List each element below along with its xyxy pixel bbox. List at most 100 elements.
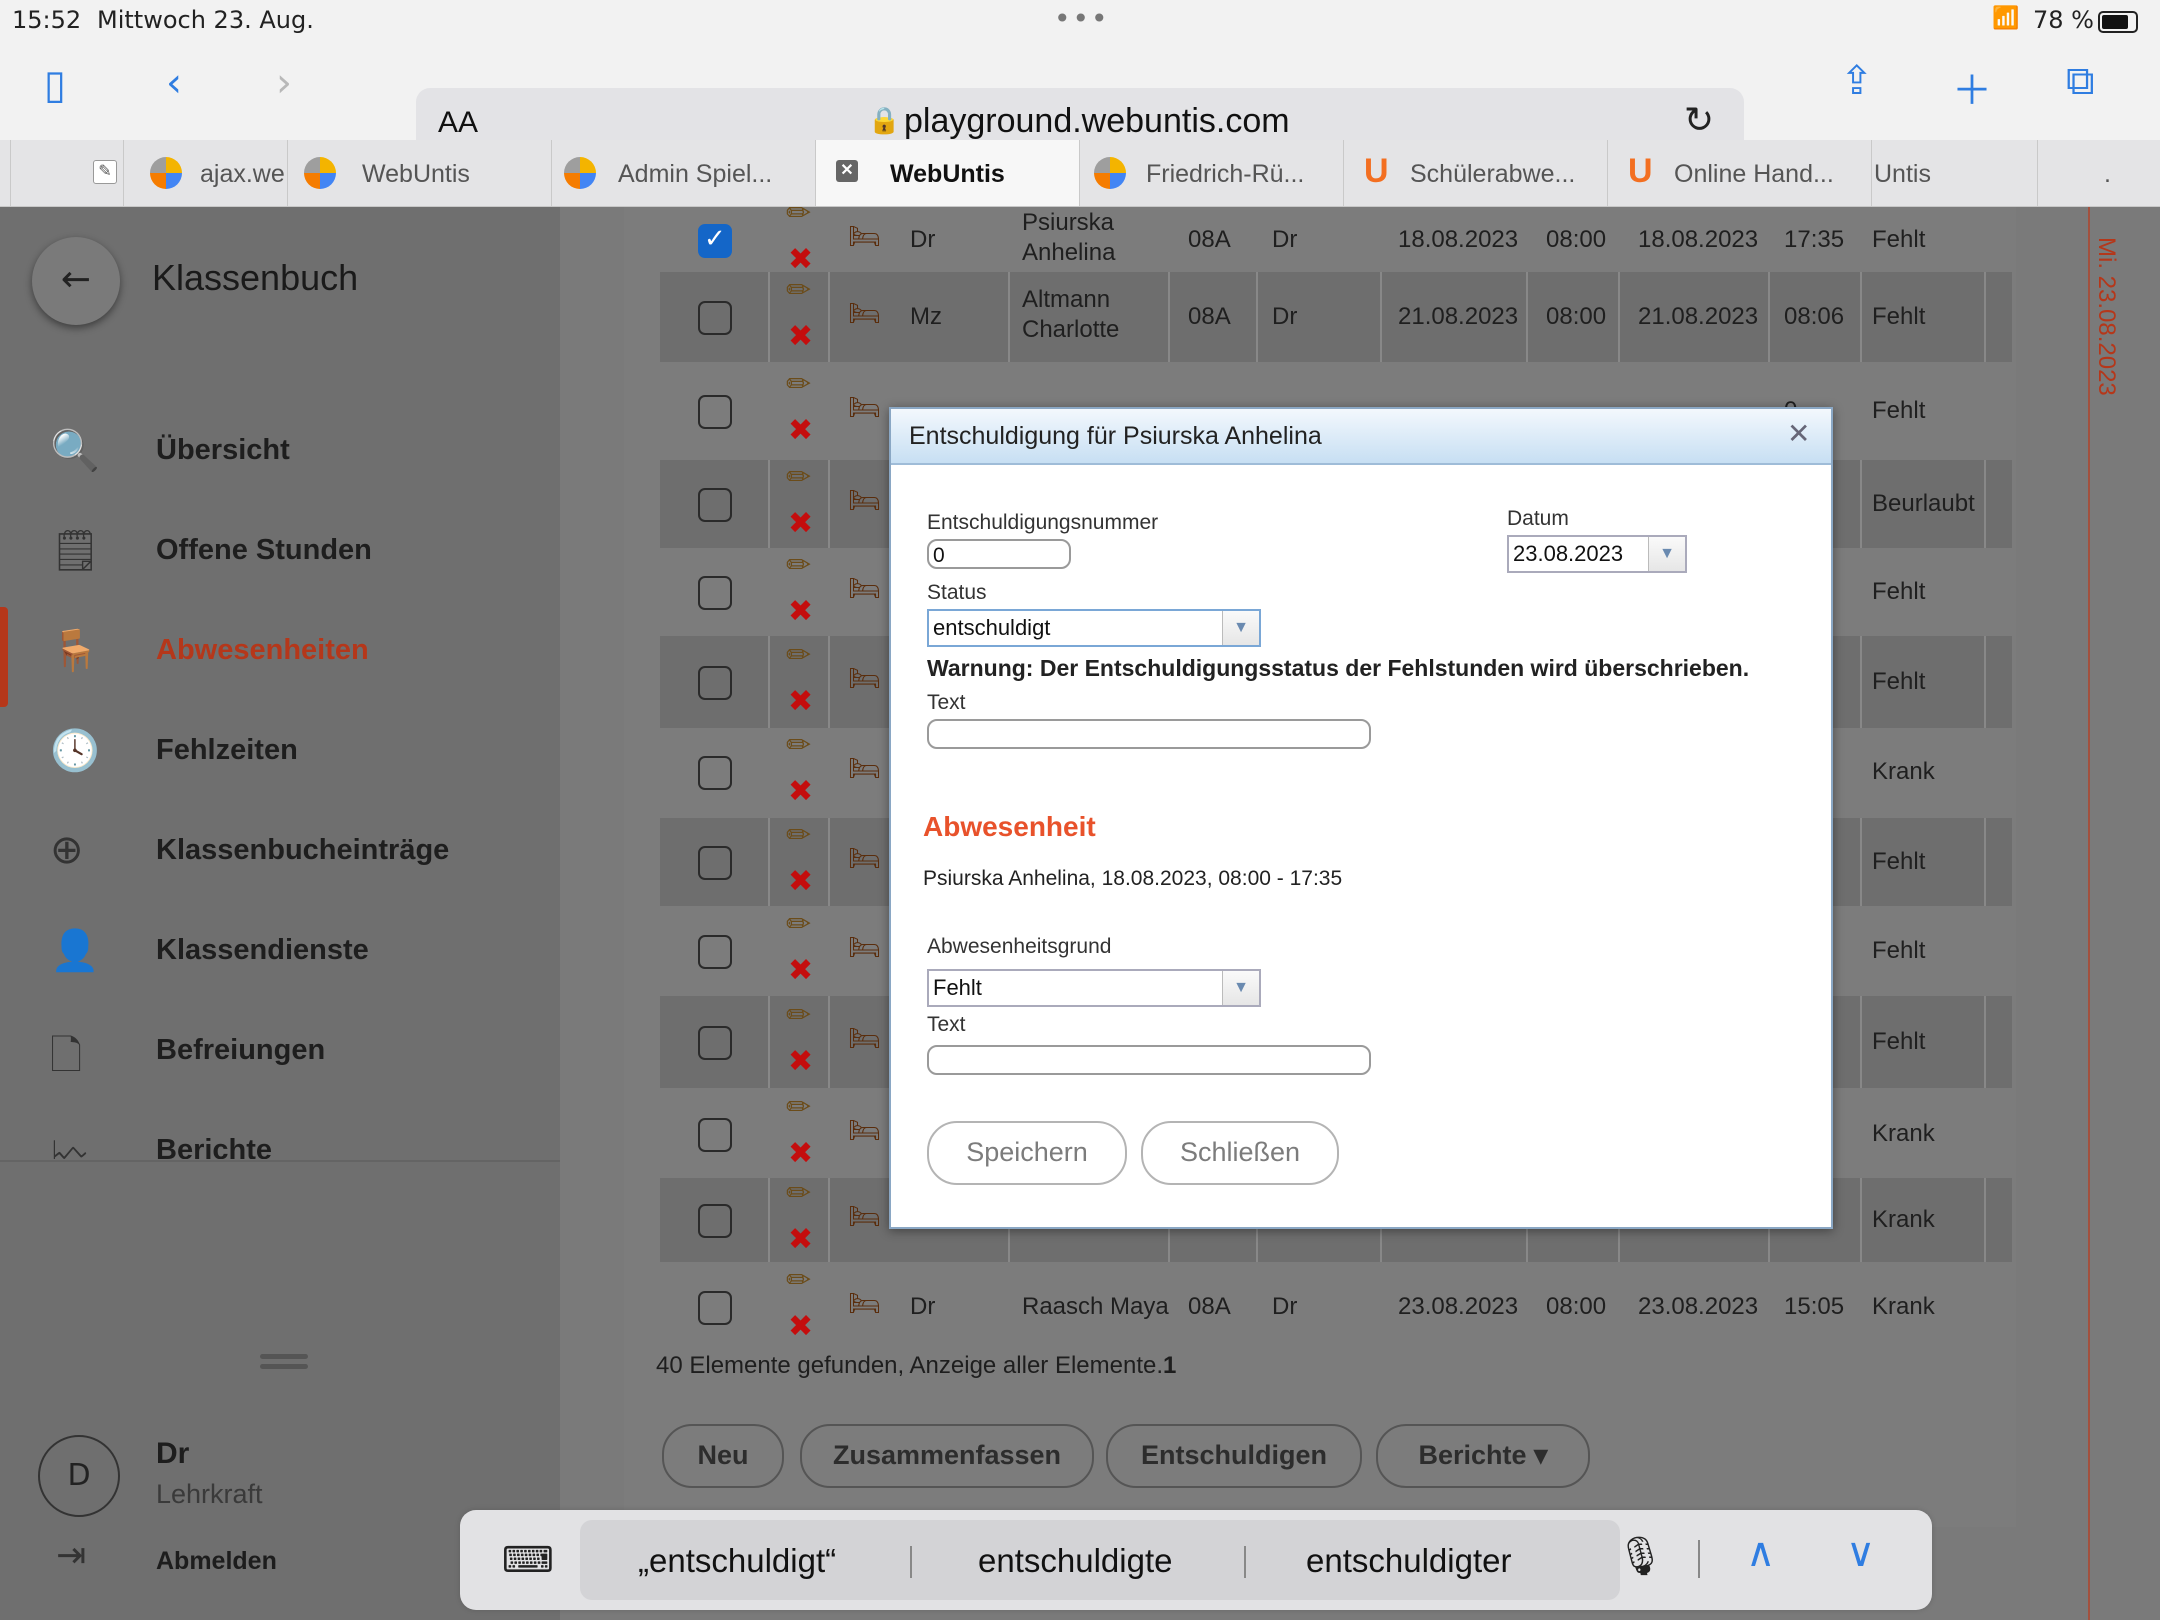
delete-x-icon[interactable]: ✖ <box>788 594 813 629</box>
sidebar-item-klassenbucheintraege[interactable]: ⊕ Klassenbucheinträge <box>0 807 560 897</box>
new-tab-icon[interactable]: ＋ <box>1952 58 1992 116</box>
logout-button[interactable]: Abmelden <box>156 1547 277 1576</box>
row-checkbox[interactable] <box>698 488 732 522</box>
row-checkbox[interactable] <box>698 1026 732 1060</box>
date-picker[interactable]: 23.08.2023 ▼ <box>1507 535 1687 573</box>
row-checkbox[interactable] <box>698 301 732 335</box>
sidebar-item-uebersicht[interactable]: 🔍 Übersicht <box>0 407 560 497</box>
tab-online-hand[interactable]: U Online Hand... <box>1607 140 1871 206</box>
row-checkbox[interactable] <box>698 846 732 880</box>
reason-select[interactable]: Fehlt ▼ <box>927 969 1261 1007</box>
close-button[interactable]: Schließen <box>1141 1121 1339 1185</box>
edit-pencil-icon[interactable]: ✏ <box>786 638 811 673</box>
delete-x-icon[interactable]: ✖ <box>788 1044 813 1079</box>
microphone-icon[interactable]: 🎙 <box>1616 1534 1664 1579</box>
delete-x-icon[interactable]: ✖ <box>788 506 813 541</box>
tabs-overview-icon[interactable]: ⧉ <box>2066 58 2095 104</box>
close-icon[interactable]: ✕ <box>1787 417 1810 450</box>
tab-notes[interactable]: ✎ <box>10 140 123 206</box>
reload-icon[interactable]: ↻ <box>1684 100 1714 141</box>
tab-webuntis-1[interactable]: WebUntis <box>287 140 551 206</box>
edit-pencil-icon[interactable]: ✏ <box>786 728 811 763</box>
back-icon[interactable]: ‹ <box>166 60 182 106</box>
url-text[interactable]: playground.webuntis.com <box>904 102 1290 141</box>
delete-x-icon[interactable]: ✖ <box>788 319 813 354</box>
delete-x-icon[interactable]: ✖ <box>788 953 813 988</box>
text-input[interactable] <box>927 719 1371 749</box>
avatar[interactable]: D <box>38 1435 120 1517</box>
delete-x-icon[interactable]: ✖ <box>788 684 813 719</box>
tab-friedrich[interactable]: Friedrich-Rü... <box>1079 140 1343 206</box>
row-checkbox[interactable] <box>698 756 732 790</box>
tab-webuntis-active[interactable]: ✕ WebUntis <box>815 140 1079 206</box>
table-row[interactable]: ✏ ✖ 🛏 Raasch Maya Dr 08A Dr 23.08.2023 08:00 23.0… <box>660 1262 2012 1352</box>
sickbed-icon[interactable]: 🛏 <box>848 844 881 874</box>
delete-x-icon[interactable]: ✖ <box>788 1136 813 1171</box>
sickbed-icon[interactable]: 🛏 <box>848 664 881 694</box>
chevron-up-icon[interactable]: ∧ <box>1746 1530 1775 1576</box>
edit-pencil-icon[interactable]: ✏ <box>786 907 811 942</box>
tab-more[interactable]: . <box>2037 140 2160 206</box>
sickbed-icon[interactable]: 🛏 <box>848 754 881 784</box>
edit-pencil-icon[interactable]: ✏ <box>786 196 811 231</box>
edit-pencil-icon[interactable]: ✏ <box>786 818 811 853</box>
edit-pencil-icon[interactable]: ✏ <box>786 548 811 583</box>
sickbed-icon[interactable]: 🛏 <box>848 222 881 252</box>
forward-icon[interactable]: › <box>276 60 292 106</box>
edit-pencil-icon[interactable]: ✏ <box>786 1090 811 1125</box>
edit-pencil-icon[interactable]: ✏ <box>786 1263 811 1298</box>
tab-ajax[interactable]: ajax.we <box>123 140 287 206</box>
edit-pencil-icon[interactable]: ✏ <box>786 367 811 402</box>
sidebar-item-abwesenheiten[interactable]: 🪑 Abwesenheiten <box>0 607 560 707</box>
sidebar-item-befreiungen[interactable]: 🗋 Befreiungen <box>0 1007 560 1097</box>
drag-handle[interactable] <box>260 1354 308 1359</box>
chevron-down-icon[interactable]: ▼ <box>1222 611 1259 645</box>
status-select[interactable]: entschuldigt ▼ <box>927 609 1261 647</box>
new-button[interactable]: Neu <box>662 1424 784 1488</box>
row-checkbox[interactable] <box>698 935 732 969</box>
sidebar-toggle-icon[interactable]: ▯ <box>44 62 66 108</box>
reader-settings-button[interactable]: AA <box>438 106 478 140</box>
suggestion-1[interactable]: „entschuldigt“ <box>638 1542 836 1580</box>
close-icon[interactable]: ✕ <box>836 160 858 182</box>
sickbed-icon[interactable]: 🛏 <box>848 1116 881 1146</box>
chevron-down-icon[interactable]: ∨ <box>1846 1530 1875 1576</box>
logout-icon[interactable]: ⇥ <box>56 1535 86 1576</box>
row-checkbox[interactable] <box>698 1118 732 1152</box>
page-number[interactable]: 1 <box>1163 1352 1176 1379</box>
sidebar-item-berichte[interactable]: 🗠 Berichte <box>0 1107 560 1159</box>
delete-x-icon[interactable]: ✖ <box>788 1309 813 1344</box>
number-input[interactable]: 0 <box>927 539 1071 569</box>
tab-schuelerabwesenheit[interactable]: U Schülerabwe... <box>1343 140 1607 206</box>
sidebar-item-offene-stunden[interactable]: 🗒 Offene Stunden <box>0 507 560 597</box>
sickbed-icon[interactable]: 🛏 <box>848 1202 881 1232</box>
multitasking-dots-icon[interactable]: ••• <box>1054 2 1110 35</box>
delete-x-icon[interactable]: ✖ <box>788 864 813 899</box>
tab-admin[interactable]: Admin Spiel... <box>551 140 815 206</box>
edit-pencil-icon[interactable]: ✏ <box>786 998 811 1033</box>
row-checkbox[interactable] <box>698 666 732 700</box>
sickbed-icon[interactable]: 🛏 <box>848 486 881 516</box>
delete-x-icon[interactable]: ✖ <box>788 413 813 448</box>
edit-pencil-icon[interactable]: ✏ <box>786 460 811 495</box>
chevron-down-icon[interactable]: ▼ <box>1648 537 1685 571</box>
row-checkbox[interactable] <box>698 576 732 610</box>
suggestion-3[interactable]: entschuldigter <box>1306 1542 1511 1580</box>
back-button[interactable]: ← <box>32 237 120 325</box>
sickbed-icon[interactable]: 🛏 <box>848 1289 881 1319</box>
sickbed-icon[interactable]: 🛏 <box>848 1024 881 1054</box>
table-row[interactable]: ✏ ✖ 🛏 Altmann Charlotte Mz 08A Dr 21.08.2023 08:0… <box>660 272 2012 362</box>
sickbed-icon[interactable]: 🛏 <box>848 299 881 329</box>
tab-untis[interactable]: Untis <box>1871 140 2037 206</box>
save-button[interactable]: Speichern <box>927 1121 1127 1185</box>
sidebar-item-fehlzeiten[interactable]: 🕓 Fehlzeiten <box>0 707 560 797</box>
row-checkbox[interactable] <box>698 224 732 258</box>
sickbed-icon[interactable]: 🛏 <box>848 393 881 423</box>
suggestion-2[interactable]: entschuldigte <box>978 1542 1172 1580</box>
merge-button[interactable]: Zusammenfassen <box>800 1424 1094 1488</box>
table-row[interactable]: ✏✖🛏PsiurskaAnhelinaDr08ADr18.08.202308:0… <box>660 196 2012 277</box>
share-icon[interactable]: ⇪ <box>1840 58 1874 104</box>
row-checkbox[interactable] <box>698 1291 732 1325</box>
keyboard-icon[interactable]: ⌨ <box>502 1540 554 1581</box>
chevron-down-icon[interactable]: ▼ <box>1222 971 1259 1005</box>
